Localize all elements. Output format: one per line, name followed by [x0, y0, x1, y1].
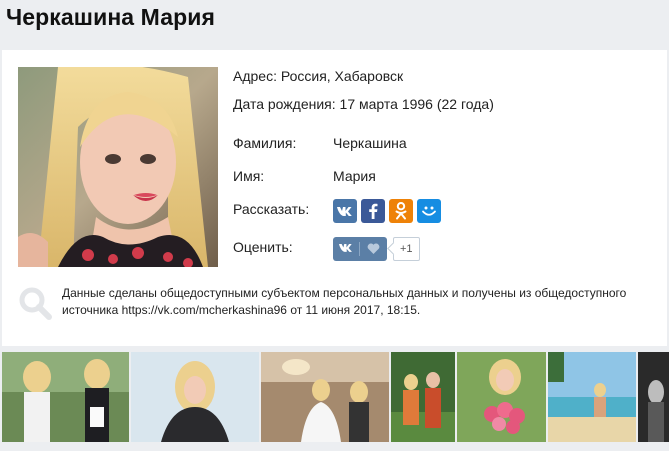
- photo-thumb[interactable]: [131, 352, 259, 442]
- odnoklassniki-icon: [395, 202, 407, 220]
- photo-thumb[interactable]: [261, 352, 389, 442]
- photo-thumb[interactable]: [548, 352, 636, 442]
- page-title: Черкашина Мария: [6, 4, 216, 30]
- vk-icon: [339, 244, 352, 252]
- heart-icon: [360, 243, 386, 255]
- photo-strip: [0, 352, 669, 442]
- profile-card: Адрес: Россия, Хабаровск Дата рождения: …: [2, 50, 667, 346]
- photo-thumb[interactable]: [638, 352, 669, 442]
- name-label: Имя:: [233, 168, 265, 184]
- surname-label: Фамилия:: [233, 135, 297, 151]
- like-count: +1: [393, 237, 420, 261]
- share-ok-button[interactable]: [389, 199, 413, 223]
- birthdate-line: Дата рождения: 17 марта 1996 (22 года): [233, 96, 494, 112]
- share-label: Рассказать:: [233, 201, 310, 217]
- photo-thumb[interactable]: [391, 352, 455, 442]
- share-buttons: [333, 199, 441, 223]
- facebook-icon: [369, 203, 378, 219]
- vk-like-button[interactable]: [333, 237, 387, 261]
- photo-thumb[interactable]: [2, 352, 129, 442]
- rate-label: Оценить:: [233, 239, 293, 255]
- vk-icon: [337, 207, 352, 216]
- share-vk-button[interactable]: [333, 199, 357, 223]
- photo-thumb[interactable]: [457, 352, 546, 442]
- rate-widget: +1: [333, 237, 420, 261]
- name-value: Мария: [333, 168, 376, 184]
- profile-photo[interactable]: [18, 67, 218, 267]
- source-notice: Данные сделаны общедоступными субъектом …: [62, 286, 627, 317]
- vk-like-label: [333, 243, 359, 255]
- search-icon: [19, 287, 52, 320]
- surname-value: Черкашина: [333, 135, 407, 151]
- address-line: Адрес: Россия, Хабаровск: [233, 68, 404, 84]
- moimir-icon: [422, 206, 436, 216]
- share-facebook-button[interactable]: [361, 199, 385, 223]
- share-moimir-button[interactable]: [417, 199, 441, 223]
